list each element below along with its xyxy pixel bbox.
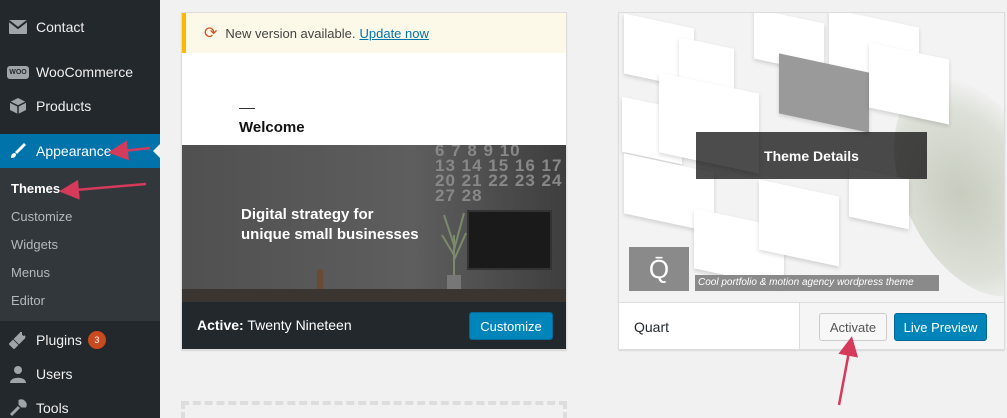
submenu-editor[interactable]: Editor [0,287,160,315]
menu-item-products[interactable]: Products [0,89,160,123]
theme-details-button[interactable]: Theme Details [696,132,927,179]
plant-image [441,212,467,290]
update-notice-text: New version available. [225,25,356,41]
submenu-themes[interactable]: Themes [0,175,160,203]
menu-item-users[interactable]: Users [0,357,160,391]
admin-sidebar: Contact WOO WooCommerce Products Appeara… [0,0,160,418]
menu-label: Tools [36,400,69,416]
monitor-image [467,210,552,270]
update-now-link[interactable]: Update now [359,26,428,41]
preview-welcome-text: Welcome [239,119,305,136]
theme-card-twenty-nineteen[interactable]: ⟳ New version available. Update now Welc… [181,12,567,350]
annotation-arrow-activate [837,336,859,406]
wrench-icon [8,398,28,418]
refresh-icon: ⟳ [204,25,218,42]
menu-label: Contact [36,19,85,35]
appearance-submenu: Themes Customize Widgets Menus Editor [0,168,160,321]
menu-label: Plugins [36,332,82,348]
add-new-theme-placeholder[interactable] [181,401,567,418]
preview-headline: Digital strategy for unique small busine… [241,206,419,243]
customize-button[interactable]: Customize [469,312,553,340]
paintbrush-icon [8,141,28,161]
menu-label: Products [36,98,92,114]
user-icon [8,364,28,384]
calendar-wall: 6 7 8 9 10 13 14 15 16 17 20 21 22 23 24… [435,145,563,205]
theme-tagline: Cool portfolio & motion agency wordpress… [695,275,939,291]
submenu-menus[interactable]: Menus [0,259,160,287]
submenu-widgets[interactable]: Widgets [0,231,160,259]
menu-item-appearance[interactable]: Appearance [0,134,160,168]
quart-logo: Q̄ [629,247,689,291]
menu-label: WooCommerce [36,64,133,80]
theme-actions: Activate Live Preview [799,303,1004,349]
theme-footer: Quart Activate Live Preview [619,302,1004,349]
menu-item-plugins[interactable]: Plugins 3 [0,323,160,357]
menu-label: Appearance [36,143,112,159]
theme-screenshot[interactable]: Welcome 6 7 8 9 10 13 14 15 16 17 20 21 … [182,53,566,302]
menu-item-contact[interactable]: Contact [0,10,160,44]
vase-image [317,270,323,290]
woocommerce-icon: WOO [7,62,29,82]
plug-icon [8,330,28,350]
preview-hero-image: 6 7 8 9 10 13 14 15 16 17 20 21 22 23 24… [182,145,566,302]
activate-button[interactable]: Activate [819,313,887,341]
envelope-icon [8,17,28,37]
desk-image [182,289,566,302]
theme-card-quart[interactable]: Theme Details Q̄ Cool portfolio & motion… [618,12,1005,350]
menu-label: Users [36,366,73,382]
theme-name: Quart [634,319,670,335]
box-icon [8,96,28,116]
submenu-customize[interactable]: Customize [0,203,160,231]
update-notice: ⟳ New version available. Update now [182,13,566,53]
divider [239,108,255,109]
active-menu-notch [153,143,161,159]
mockup-tile [869,42,949,125]
theme-screenshot[interactable]: Theme Details Q̄ Cool portfolio & motion… [619,13,1004,302]
active-theme-footer: Active: Twenty Nineteen Customize [182,302,566,349]
menu-item-tools[interactable]: Tools [0,391,160,418]
live-preview-button[interactable]: Live Preview [894,313,987,341]
menu-item-woocommerce[interactable]: WOO WooCommerce [0,55,160,89]
update-count-badge: 3 [87,331,106,349]
active-theme-name: Active: Twenty Nineteen [197,317,352,333]
